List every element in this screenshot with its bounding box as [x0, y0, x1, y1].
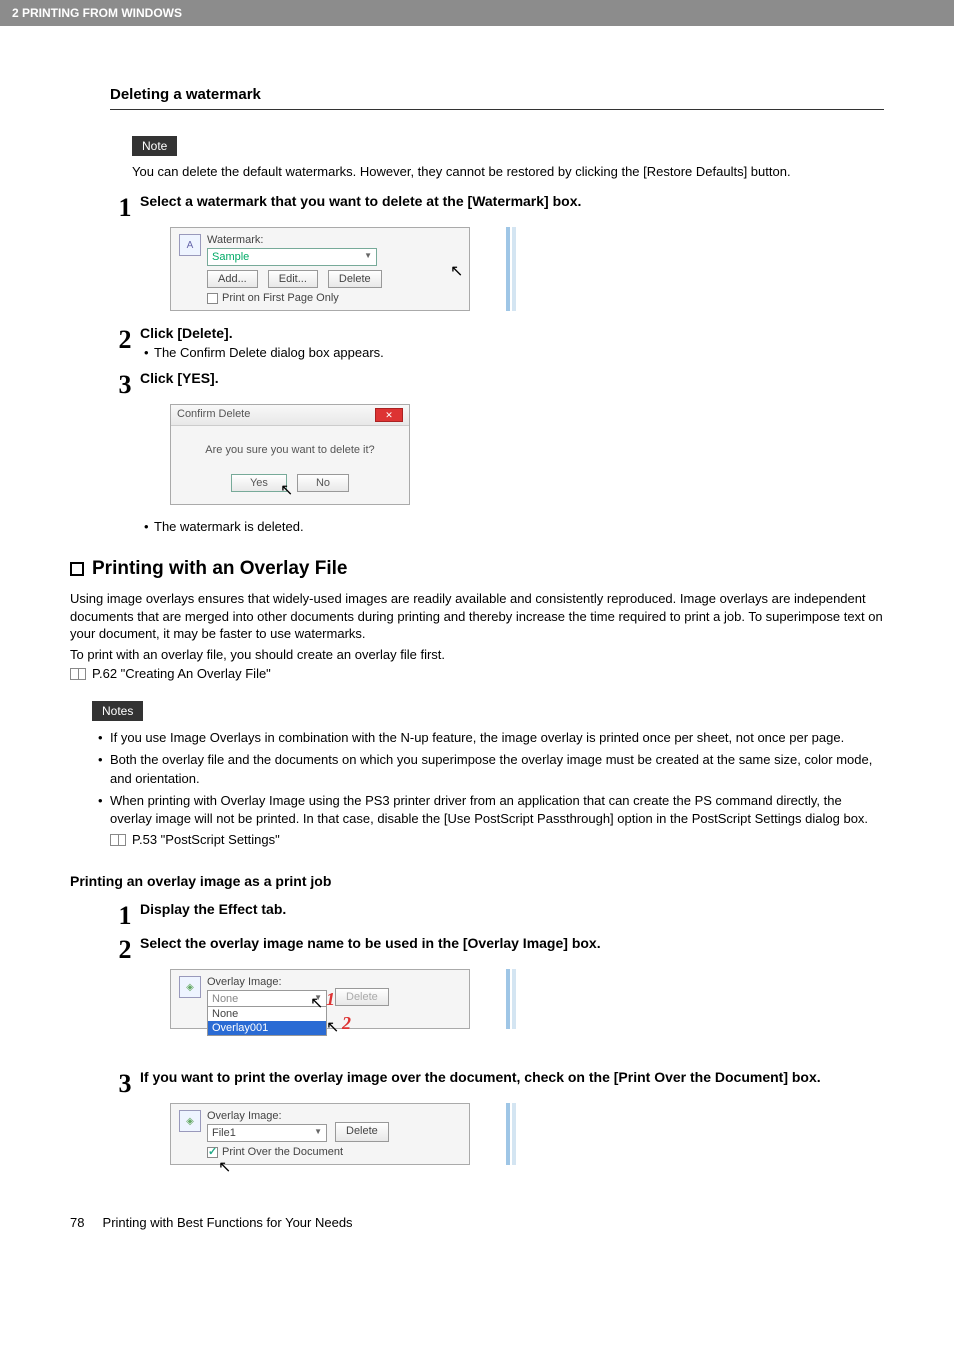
step-number: 1: [110, 193, 140, 221]
book-icon: [110, 834, 126, 846]
step-bullet: The Confirm Delete dialog box appears.: [140, 345, 884, 360]
notes-list: If you use Image Overlays in combination…: [92, 729, 884, 828]
print-over-document-label: Print Over the Document: [222, 1146, 343, 1158]
step-2: 2 Click [Delete]. The Confirm Delete dia…: [110, 325, 884, 364]
figure-overlay-select: ◈ Overlay Image: None None Overlay001: [170, 969, 490, 1029]
section-heading-deleting-watermark: Deleting a watermark: [110, 86, 884, 103]
overlay-dropdown: None Overlay001: [207, 1006, 327, 1036]
note-item: If you use Image Overlays in combination…: [92, 729, 884, 747]
step-title: Select the overlay image name to be used…: [140, 935, 884, 951]
note-item: When printing with Overlay Image using t…: [92, 792, 884, 828]
step-title: Display the Effect tab.: [140, 901, 884, 917]
cross-reference: P.62 "Creating An Overlay File": [70, 666, 884, 681]
figure-confirm-dialog: Confirm Delete ✕ Are you sure you want t…: [170, 404, 430, 505]
step-number: 1: [110, 901, 140, 929]
step-number: 2: [110, 935, 140, 963]
step-title: If you want to print the overlay image o…: [140, 1069, 884, 1085]
overlay-delete-button[interactable]: Delete: [335, 1122, 389, 1142]
yes-button[interactable]: Yes: [231, 474, 287, 492]
close-icon[interactable]: ✕: [375, 408, 403, 422]
step-title: Select a watermark that you want to dele…: [140, 193, 884, 209]
book-icon: [70, 668, 86, 680]
overlay-icon: ◈: [179, 976, 201, 998]
ref-text: P.62 "Creating An Overlay File": [92, 666, 271, 681]
overlay-delete-button[interactable]: Delete: [335, 988, 389, 1006]
cursor-icon: ↖: [218, 1157, 231, 1177]
dialog-message: Are you sure you want to delete it?: [183, 444, 397, 456]
note-label: Note: [132, 136, 177, 156]
no-button[interactable]: No: [297, 474, 349, 492]
print-over-document-checkbox[interactable]: [207, 1147, 218, 1158]
overlay-image-label: Overlay Image:: [207, 1110, 461, 1122]
overlay-step-2: 2 Select the overlay image name to be us…: [110, 935, 884, 963]
first-page-only-label: Print on First Page Only: [222, 292, 339, 304]
step-1: 1 Select a watermark that you want to de…: [110, 193, 884, 221]
heading-underline: [110, 109, 884, 110]
overlay-heading-text: Printing with an Overlay File: [92, 558, 348, 580]
page-content: Deleting a watermark Note You can delete…: [0, 26, 954, 1260]
red-callout-2: 2: [342, 1013, 351, 1034]
subsection-heading-printing-overlay: Printing an overlay image as a print job: [70, 873, 884, 889]
footer-text: Printing with Best Functions for Your Ne…: [103, 1215, 353, 1230]
overlay-option-none[interactable]: None: [208, 1007, 326, 1021]
step-3: 3 Click [YES].: [110, 370, 884, 398]
cursor-icon: ↖: [450, 261, 463, 281]
watermark-select[interactable]: Sample: [207, 248, 377, 266]
figure-print-over-document: ◈ Overlay Image: File1 Delete Print Over…: [170, 1103, 490, 1165]
overlay-step-1: 1 Display the Effect tab.: [110, 901, 884, 929]
watermark-label: Watermark:: [207, 234, 461, 246]
cursor-icon: ↖: [326, 1017, 339, 1037]
square-bullet-icon: [70, 562, 84, 576]
add-button[interactable]: Add...: [207, 270, 258, 288]
cursor-icon: ↖: [280, 480, 293, 500]
step-number: 3: [110, 370, 140, 398]
overlay-icon: ◈: [179, 1110, 201, 1132]
step-title: Click [Delete].: [140, 325, 884, 341]
note-text: You can delete the default watermarks. H…: [132, 164, 884, 179]
watermark-icon: A: [179, 234, 201, 256]
chapter-header: 2 PRINTING FROM WINDOWS: [0, 0, 954, 26]
page-footer: 78 Printing with Best Functions for Your…: [70, 1215, 884, 1230]
overlay-para1: Using image overlays ensures that widely…: [70, 590, 884, 643]
first-page-only-checkbox[interactable]: [207, 293, 218, 304]
step-title: Click [YES].: [140, 370, 884, 386]
step-number: 2: [110, 325, 140, 364]
overlay-step-3: 3 If you want to print the overlay image…: [110, 1069, 884, 1097]
overlay-option-overlay001[interactable]: Overlay001: [208, 1021, 326, 1035]
step-bullet: The watermark is deleted.: [140, 519, 884, 534]
note-item: Both the overlay file and the documents …: [92, 751, 884, 787]
notes-label: Notes: [92, 701, 143, 721]
cursor-icon: ↖: [310, 993, 323, 1013]
step-number: 3: [110, 1069, 140, 1097]
ref-text: P.53 "PostScript Settings": [132, 832, 280, 847]
section-heading-overlay: Printing with an Overlay File: [70, 558, 884, 580]
delete-button[interactable]: Delete: [328, 270, 382, 288]
page-number: 78: [70, 1215, 84, 1230]
overlay-image-select[interactable]: File1: [207, 1124, 327, 1142]
edit-button[interactable]: Edit...: [268, 270, 318, 288]
overlay-para2: To print with an overlay file, you shoul…: [70, 646, 884, 664]
overlay-image-label: Overlay Image:: [207, 976, 461, 988]
red-callout-1: 1: [326, 989, 335, 1010]
cross-reference: P.53 "PostScript Settings": [70, 832, 884, 847]
figure-watermark-box: A Watermark: Sample Add... Edit... Delet…: [170, 227, 490, 311]
dialog-title: Confirm Delete: [177, 408, 250, 422]
